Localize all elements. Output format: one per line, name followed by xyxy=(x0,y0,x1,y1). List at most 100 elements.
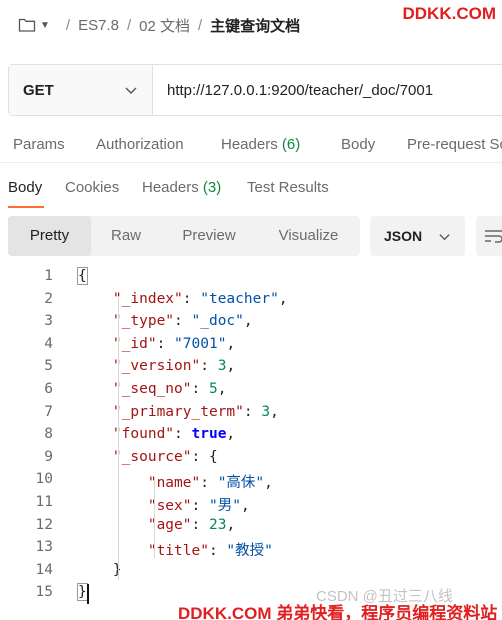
code-line: 6 "_seq_no": 5, xyxy=(0,381,502,404)
chevron-down-icon xyxy=(439,233,450,240)
code-text: "sex": "男", xyxy=(78,494,250,515)
json-punctuation: } xyxy=(78,561,122,578)
code-line: 11 "sex": "男", xyxy=(0,494,502,517)
code-line: 2 "_index": "teacher", xyxy=(0,291,502,314)
tab-test-results[interactable]: Test Results xyxy=(247,179,329,196)
json-key: "_seq_no" xyxy=(112,381,192,397)
breadcrumb-item-folder[interactable]: 02 文档 xyxy=(139,15,190,36)
breadcrumb-separator: / xyxy=(197,16,203,34)
code-text: "_index": "teacher", xyxy=(78,291,288,307)
wrap-lines-button[interactable] xyxy=(476,216,502,256)
json-punctuation: : xyxy=(208,543,227,560)
json-punctuation: : xyxy=(191,498,209,514)
response-body-viewer[interactable]: 1{2 "_index": "teacher", 3 "_type": "_doc… xyxy=(0,267,502,608)
code-text: "_type": "_doc", xyxy=(78,313,253,329)
view-visualize-button[interactable]: Visualize xyxy=(257,216,360,256)
json-punctuation xyxy=(78,381,113,397)
json-string: "7001" xyxy=(174,335,227,352)
line-number: 6 xyxy=(44,381,53,397)
json-key: "_id" xyxy=(112,335,157,352)
line-number: 3 xyxy=(44,313,53,330)
json-punctuation: , xyxy=(270,403,279,420)
collection-menu-caret-icon[interactable]: ▼ xyxy=(40,20,50,31)
code-line: 12 "age": 23, xyxy=(0,517,502,540)
tab-cookies[interactable]: Cookies xyxy=(65,179,119,196)
json-string: "教授" xyxy=(226,543,273,560)
json-punctuation: , xyxy=(264,475,273,492)
tab-request-headers[interactable]: Headers (6) xyxy=(221,136,300,153)
tab-response-body[interactable]: Body xyxy=(8,179,42,196)
code-text: "_primary_term": 3, xyxy=(78,404,279,420)
response-headers-count: (3) xyxy=(202,179,222,196)
code-line: 13 "title": "教授" xyxy=(0,539,502,562)
method-select[interactable]: GET xyxy=(9,65,153,115)
json-punctuation: : xyxy=(156,335,175,352)
json-key: "_primary_term" xyxy=(112,403,244,420)
view-preview-button[interactable]: Preview xyxy=(161,216,257,256)
json-punctuation: : xyxy=(200,475,218,492)
json-number: 23 xyxy=(208,516,227,533)
json-punctuation xyxy=(78,291,113,307)
watermark-top: DDKK.COM xyxy=(402,4,497,23)
code-line: 10 "name": "高佅", xyxy=(0,471,502,494)
section-divider xyxy=(0,162,502,163)
json-punctuation: , xyxy=(226,426,236,443)
json-punctuation xyxy=(78,358,113,374)
request-url-bar: GET xyxy=(8,64,502,116)
breadcrumb: ▼ / ES7.8 / 02 文档 / 主键查询文档 xyxy=(18,12,300,38)
view-pretty-button[interactable]: Pretty xyxy=(8,216,91,256)
line-number: 1 xyxy=(44,268,53,284)
tab-params[interactable]: Params xyxy=(13,136,65,153)
tab-pre-request-script[interactable]: Pre-request Scr xyxy=(407,136,502,153)
code-text: "name": "高佅", xyxy=(78,471,273,492)
format-label: JSON xyxy=(384,228,423,244)
breadcrumb-item-collection[interactable]: ES7.8 xyxy=(78,17,119,34)
json-key: "_source" xyxy=(112,448,192,465)
code-line: 5 "_version": 3, xyxy=(0,358,502,381)
view-raw-button[interactable]: Raw xyxy=(91,216,161,256)
json-punctuation xyxy=(78,449,113,465)
json-key: "_version" xyxy=(112,358,201,375)
json-punctuation xyxy=(78,475,148,491)
matching-brace: } xyxy=(77,583,88,602)
json-punctuation: : xyxy=(182,290,201,307)
tab-body[interactable]: Body xyxy=(341,136,375,153)
json-punctuation: : xyxy=(174,313,192,330)
code-line: 3 "_type": "_doc", xyxy=(0,313,502,336)
code-text: "_seq_no": 5, xyxy=(78,381,227,397)
json-punctuation: : xyxy=(174,426,192,443)
line-number: 7 xyxy=(44,403,53,420)
code-line: 4 "_id": "7001", xyxy=(0,336,502,359)
tab-authorization[interactable]: Authorization xyxy=(96,136,184,153)
code-line: 9 "_source": { xyxy=(0,449,502,472)
matching-brace: { xyxy=(77,267,88,285)
indent-guide xyxy=(154,478,155,558)
code-line: 1{ xyxy=(0,267,502,291)
active-tab-indicator xyxy=(8,206,44,208)
json-key: "_type" xyxy=(112,313,175,330)
code-text: } xyxy=(78,562,122,578)
format-select[interactable]: JSON xyxy=(370,216,465,256)
json-string: "男" xyxy=(208,498,241,514)
breadcrumb-current-request[interactable]: 主键查询文档 xyxy=(210,15,300,36)
code-text: "title": "教授" xyxy=(78,539,273,560)
line-number: 4 xyxy=(44,335,53,352)
json-punctuation xyxy=(78,404,113,420)
url-input[interactable] xyxy=(153,65,502,115)
line-number: 14 xyxy=(35,561,53,578)
line-number: 13 xyxy=(35,539,53,556)
json-key: "found" xyxy=(112,426,175,443)
folder-icon[interactable] xyxy=(18,17,36,33)
code-text: "_source": { xyxy=(78,449,218,465)
indent-guide xyxy=(118,298,119,580)
json-boolean: true xyxy=(191,426,227,443)
response-tabs: Body Cookies Headers (3) Test Results xyxy=(0,170,502,210)
code-text: "found": true, xyxy=(78,426,235,442)
json-punctuation: , xyxy=(217,381,227,397)
line-number: 5 xyxy=(44,358,53,375)
breadcrumb-separator: / xyxy=(126,16,132,34)
json-punctuation: , xyxy=(278,290,288,307)
tab-response-headers[interactable]: Headers (3) xyxy=(142,179,221,196)
json-punctuation: , xyxy=(243,313,253,330)
watermark-bottom: DDKK.COM 弟弟快看，程序员编程资料站 xyxy=(178,604,498,620)
